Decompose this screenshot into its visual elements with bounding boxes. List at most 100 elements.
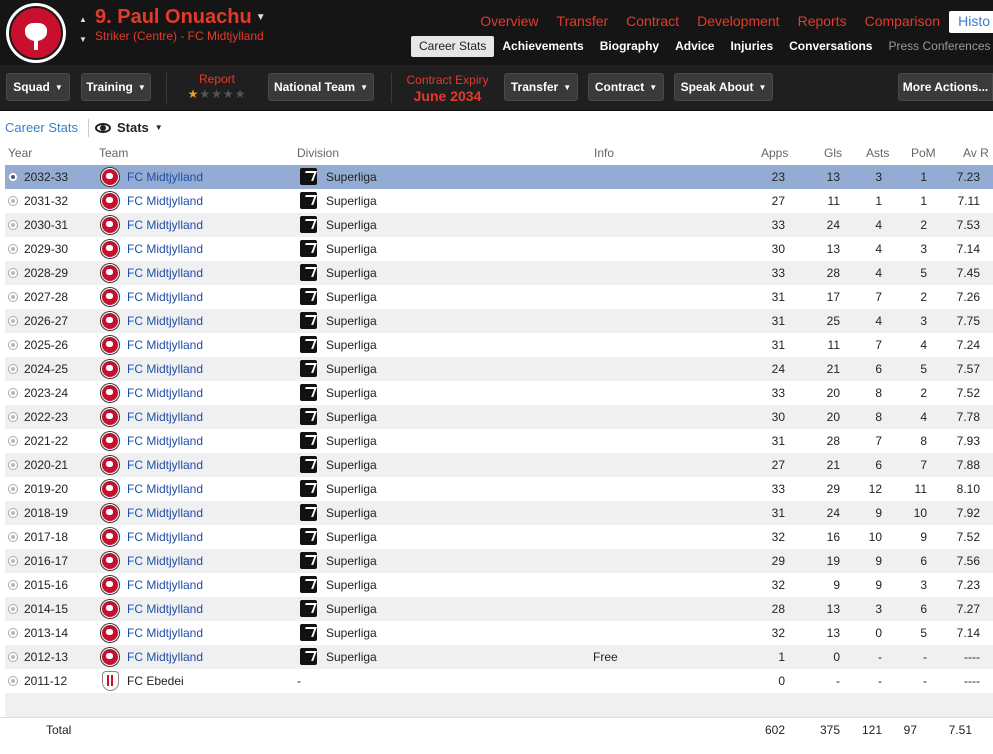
row-select-radio[interactable] <box>8 388 18 398</box>
table-row[interactable]: 2016-17 FC Midtjylland Superliga 29 19 9 6 7.56 <box>5 549 993 573</box>
cell-team[interactable]: FC Midtjylland <box>127 338 203 352</box>
table-row[interactable]: 2018-19 FC Midtjylland Superliga 31 24 9 10 7.9… <box>5 501 993 525</box>
squad-button[interactable]: Squad ▼ <box>6 73 70 101</box>
cell-division[interactable]: Superliga <box>326 578 377 592</box>
subtab-conversations[interactable]: Conversations <box>781 36 880 57</box>
row-select-radio[interactable] <box>8 652 18 662</box>
row-select-radio[interactable] <box>8 556 18 566</box>
cell-team[interactable]: FC Ebedei <box>127 674 184 688</box>
tab-history[interactable]: Histo <box>949 11 993 33</box>
subtab-career-stats[interactable]: Career Stats <box>411 36 495 57</box>
cell-team[interactable]: FC Midtjylland <box>127 506 203 520</box>
row-select-radio[interactable] <box>8 196 18 206</box>
previous-player-arrow-icon[interactable]: ▲ <box>78 10 88 30</box>
table-row[interactable]: 2024-25 FC Midtjylland Superliga 24 21 6 5 7.57 <box>5 357 993 381</box>
cell-team[interactable]: FC Midtjylland <box>127 410 203 424</box>
subtab-injuries[interactable]: Injuries <box>722 36 781 57</box>
row-select-radio[interactable] <box>8 604 18 614</box>
row-select-radio[interactable] <box>8 580 18 590</box>
column-apps[interactable]: Apps <box>761 146 788 160</box>
row-select-radio[interactable] <box>8 460 18 470</box>
cell-team[interactable]: FC Midtjylland <box>127 458 203 472</box>
table-row[interactable]: 2012-13 FC Midtjylland Superliga Free 1 0- - --… <box>5 645 993 669</box>
table-row[interactable]: 2032-33 FC Midtjylland Superliga 23 13 3 1 7.23 <box>5 165 993 189</box>
cell-team[interactable]: FC Midtjylland <box>127 530 203 544</box>
column-year[interactable]: Year <box>8 146 32 160</box>
national-team-button[interactable]: National Team ▼ <box>268 73 374 101</box>
subtab-advice[interactable]: Advice <box>667 36 722 57</box>
row-select-radio[interactable] <box>8 436 18 446</box>
cell-division[interactable]: Superliga <box>326 458 377 472</box>
cell-team[interactable]: FC Midtjylland <box>127 290 203 304</box>
cell-team[interactable]: FC Midtjylland <box>127 314 203 328</box>
table-row[interactable]: 2022-23 FC Midtjylland Superliga 30 20 8 4 7.78 <box>5 405 993 429</box>
table-row[interactable]: 2029-30 FC Midtjylland Superliga 30 13 4 3 7.14 <box>5 237 993 261</box>
cell-team[interactable]: FC Midtjylland <box>127 554 203 568</box>
tab-overview[interactable]: Overview <box>471 11 547 33</box>
transfer-button[interactable]: Transfer ▼ <box>504 73 578 101</box>
row-select-radio[interactable] <box>8 220 18 230</box>
player-name-title[interactable]: 9. Paul Onuachu ▼ <box>95 6 266 29</box>
cell-division[interactable]: Superliga <box>326 386 377 400</box>
column-gls[interactable]: Gls <box>824 146 842 160</box>
table-row[interactable]: 2023-24 FC Midtjylland Superliga 33 20 8 2 7.52 <box>5 381 993 405</box>
row-select-radio[interactable] <box>8 172 18 182</box>
cell-division[interactable]: Superliga <box>326 338 377 352</box>
cell-division[interactable]: Superliga <box>326 554 377 568</box>
cell-team[interactable]: FC Midtjylland <box>127 578 203 592</box>
cell-division[interactable]: Superliga <box>326 266 377 280</box>
column-info[interactable]: Info <box>594 146 614 160</box>
cell-division[interactable]: Superliga <box>326 314 377 328</box>
cell-division[interactable]: Superliga <box>326 218 377 232</box>
chevron-down-icon[interactable]: ▼ <box>256 12 266 23</box>
cell-team[interactable]: FC Midtjylland <box>127 266 203 280</box>
cell-division[interactable]: Superliga <box>326 602 377 616</box>
cell-division[interactable]: Superliga <box>326 362 377 376</box>
row-select-radio[interactable] <box>8 316 18 326</box>
cell-team[interactable]: FC Midtjylland <box>127 194 203 208</box>
table-row[interactable]: 2021-22 FC Midtjylland Superliga 31 28 7 8 7.93 <box>5 429 993 453</box>
table-row[interactable]: 2031-32 FC Midtjylland Superliga 27 11 1 1 7.11 <box>5 189 993 213</box>
row-select-radio[interactable] <box>8 340 18 350</box>
table-row[interactable]: 2026-27 FC Midtjylland Superliga 31 25 4 3 7.75 <box>5 309 993 333</box>
cell-team[interactable]: FC Midtjylland <box>127 218 203 232</box>
stats-view-dropdown[interactable]: Stats ▼ <box>95 120 163 135</box>
cell-division[interactable]: Superliga <box>326 242 377 256</box>
cell-team[interactable]: FC Midtjylland <box>127 650 203 664</box>
table-row[interactable]: 2020-21 FC Midtjylland Superliga 27 21 6 7 7.88 <box>5 453 993 477</box>
row-select-radio[interactable] <box>8 484 18 494</box>
column-avr[interactable]: Av R <box>963 146 989 160</box>
table-row[interactable]: 2028-29 FC Midtjylland Superliga 33 28 4 5 7.45 <box>5 261 993 285</box>
table-row[interactable]: 2025-26 FC Midtjylland Superliga 31 11 7 4 7.24 <box>5 333 993 357</box>
subtab-press-conferences[interactable]: Press Conferences <box>880 36 993 57</box>
table-row[interactable]: 2027-28 FC Midtjylland Superliga 31 17 7 2 7.26 <box>5 285 993 309</box>
table-row[interactable]: 2017-18 FC Midtjylland Superliga 32 16 10 9 7.5… <box>5 525 993 549</box>
cell-team[interactable]: FC Midtjylland <box>127 386 203 400</box>
speak-about-button[interactable]: Speak About ▼ <box>674 73 773 101</box>
column-division[interactable]: Division <box>297 146 339 160</box>
career-stats-link[interactable]: Career Stats <box>5 120 78 135</box>
cell-team[interactable]: FC Midtjylland <box>127 434 203 448</box>
row-select-radio[interactable] <box>8 532 18 542</box>
row-select-radio[interactable] <box>8 268 18 278</box>
tab-reports[interactable]: Reports <box>789 11 856 33</box>
tab-transfer[interactable]: Transfer <box>548 11 618 33</box>
contract-button[interactable]: Contract ▼ <box>588 73 664 101</box>
cell-division[interactable]: Superliga <box>326 530 377 544</box>
row-select-radio[interactable] <box>8 412 18 422</box>
cell-division[interactable]: Superliga <box>326 194 377 208</box>
cell-division[interactable]: Superliga <box>326 170 377 184</box>
club-crest-icon[interactable] <box>6 3 66 63</box>
table-row[interactable]: 2030-31 FC Midtjylland Superliga 33 24 4 2 7.53 <box>5 213 993 237</box>
subtab-achievements[interactable]: Achievements <box>494 36 591 57</box>
tab-contract[interactable]: Contract <box>617 11 688 33</box>
row-select-radio[interactable] <box>8 364 18 374</box>
tab-comparison[interactable]: Comparison <box>856 11 949 33</box>
column-asts[interactable]: Asts <box>866 146 889 160</box>
cell-division[interactable]: Superliga <box>326 626 377 640</box>
cell-division[interactable]: Superliga <box>326 434 377 448</box>
tab-development[interactable]: Development <box>688 11 789 33</box>
row-select-radio[interactable] <box>8 628 18 638</box>
cell-team[interactable]: FC Midtjylland <box>127 242 203 256</box>
row-select-radio[interactable] <box>8 508 18 518</box>
